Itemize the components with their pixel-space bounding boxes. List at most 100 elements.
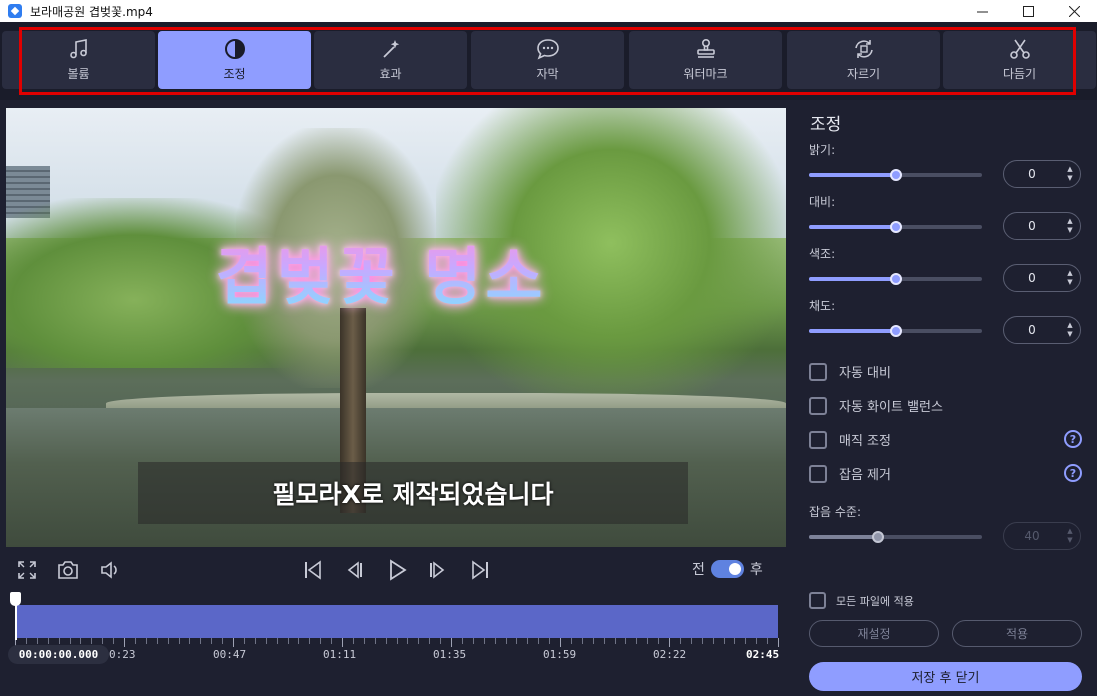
timeline-tick [363, 638, 365, 644]
tab-watermark[interactable]: 워터마크 [629, 31, 782, 89]
timeline-track[interactable] [15, 605, 778, 638]
checkbox-label: 자동 화이트 밸런스 [839, 400, 943, 415]
stepper-value[interactable]: 0 [1004, 323, 1060, 337]
step-back-icon[interactable] [343, 559, 365, 581]
maximize-icon[interactable] [1005, 0, 1051, 22]
timeline-tick [47, 638, 49, 644]
timeline-tick [581, 638, 583, 644]
minimize-icon[interactable] [959, 0, 1005, 22]
slider-knob[interactable] [889, 273, 902, 285]
magic-adjust-option[interactable]: 매직 조정 [809, 430, 891, 449]
tab-label: 워터마크 [683, 67, 728, 81]
window-title: 보라매공원 겹벚꽃.mp4 [30, 4, 153, 19]
timeline-tick [342, 638, 343, 647]
stepper-value[interactable]: 0 [1004, 271, 1060, 285]
timeline-tick [58, 638, 60, 644]
brightness-stepper[interactable]: 0 ▲ ▼ [1003, 160, 1081, 188]
brightness-label: 밝기: [809, 143, 836, 157]
tab-adjust[interactable]: 조정 [158, 31, 311, 89]
music-note-icon [69, 39, 87, 59]
play-icon[interactable] [385, 558, 409, 582]
timeline-tick [647, 638, 649, 644]
skip-end-icon[interactable] [469, 559, 491, 581]
timeline-tick [91, 638, 93, 644]
slider-fill [809, 535, 879, 539]
stepper-value[interactable]: 40 [1004, 529, 1060, 543]
denoise-option[interactable]: 잡음 제거 [809, 464, 891, 483]
stepper-arrows-icon[interactable]: ▲ ▼ [1060, 161, 1080, 187]
playhead-handle[interactable] [10, 592, 21, 606]
apply-all-files-option[interactable]: 모든 파일에 적용 [809, 592, 914, 609]
stepper-arrows-icon[interactable]: ▲ ▼ [1060, 265, 1080, 291]
video-preview[interactable]: 겹벚꽃 명소 필모라X로 제작되었습니다 [6, 108, 786, 547]
tab-trim[interactable]: 다듬기 [943, 31, 1096, 89]
stepper-arrows-icon[interactable]: ▲ ▼ [1060, 213, 1080, 239]
timeline-tick [636, 638, 638, 644]
tab-subtitles[interactable]: 자막 [471, 31, 624, 89]
brightness-slider[interactable] [809, 169, 982, 181]
checkbox[interactable] [809, 592, 826, 609]
timeline-tick [712, 638, 714, 644]
scissors-icon [1009, 39, 1030, 59]
tick-label: 00:47 [213, 648, 247, 661]
slider-knob[interactable] [889, 221, 902, 233]
checkbox[interactable] [809, 430, 827, 449]
contrast-stepper[interactable]: 0 ▲ ▼ [1003, 212, 1081, 240]
checkbox[interactable] [809, 362, 827, 381]
timeline-tick [243, 638, 245, 644]
noise-level-stepper[interactable]: 40 ▲ ▼ [1003, 522, 1081, 550]
timeline-tick [200, 638, 202, 644]
slider-fill [809, 225, 896, 229]
timeline-tick [178, 638, 180, 644]
apply-button[interactable]: 적용 [952, 620, 1082, 647]
noise-level-slider[interactable] [809, 531, 982, 543]
timeline-tick [145, 638, 147, 644]
stepper-arrows-icon[interactable]: ▲ ▼ [1060, 523, 1080, 549]
timeline-tick [276, 638, 278, 644]
timeline-tick [603, 638, 605, 644]
step-forward-icon[interactable] [427, 559, 449, 581]
contrast-slider[interactable] [809, 221, 982, 233]
timeline-tick [254, 638, 256, 644]
timeline-tick [36, 638, 38, 644]
tab-volume[interactable]: 볼륨 [2, 31, 155, 89]
slider-knob[interactable] [872, 531, 885, 543]
video-subtitle: 필모라X로 제작되었습니다 [272, 480, 554, 509]
timeline-tick [25, 638, 27, 644]
timeline-tick [778, 638, 779, 647]
checkbox-label: 모든 파일에 적용 [836, 594, 914, 608]
hue-stepper[interactable]: 0 ▲ ▼ [1003, 264, 1081, 292]
slider-fill [809, 277, 896, 281]
slider-knob[interactable] [889, 325, 902, 337]
timeline-tick [625, 638, 627, 644]
tab-label: 다듬기 [1002, 67, 1037, 81]
auto-contrast-option[interactable]: 자동 대비 [809, 362, 891, 381]
snapshot-icon[interactable] [56, 559, 80, 581]
saturation-slider[interactable] [809, 325, 982, 337]
tab-effects[interactable]: 효과 [314, 31, 467, 89]
timeline-tick [669, 638, 670, 647]
checkbox-label: 자동 대비 [839, 366, 891, 381]
stepper-value[interactable]: 0 [1004, 167, 1060, 181]
stepper-arrows-icon[interactable]: ▲ ▼ [1060, 317, 1080, 343]
help-icon[interactable]: ? [1064, 464, 1082, 482]
saturation-stepper[interactable]: 0 ▲ ▼ [1003, 316, 1081, 344]
before-after-switch[interactable] [710, 560, 744, 578]
volume-icon[interactable] [99, 559, 121, 581]
checkbox[interactable] [809, 464, 827, 483]
auto-white-balance-option[interactable]: 자동 화이트 밸런스 [809, 396, 943, 415]
slider-knob[interactable] [889, 169, 902, 181]
timeline-tick [549, 638, 551, 644]
skip-start-icon[interactable] [302, 559, 324, 581]
help-icon[interactable]: ? [1064, 430, 1082, 448]
save-and-close-button[interactable]: 저장 후 닫기 [809, 662, 1082, 691]
stepper-value[interactable]: 0 [1004, 219, 1060, 233]
fullscreen-icon[interactable] [16, 559, 38, 581]
reset-button[interactable]: 재설정 [809, 620, 939, 647]
tab-crop[interactable]: 자르기 [787, 31, 940, 89]
timeline-tick [69, 638, 71, 644]
hue-slider[interactable] [809, 273, 982, 285]
close-icon[interactable] [1051, 0, 1097, 22]
checkbox[interactable] [809, 396, 827, 415]
timeline-tick [233, 638, 234, 647]
